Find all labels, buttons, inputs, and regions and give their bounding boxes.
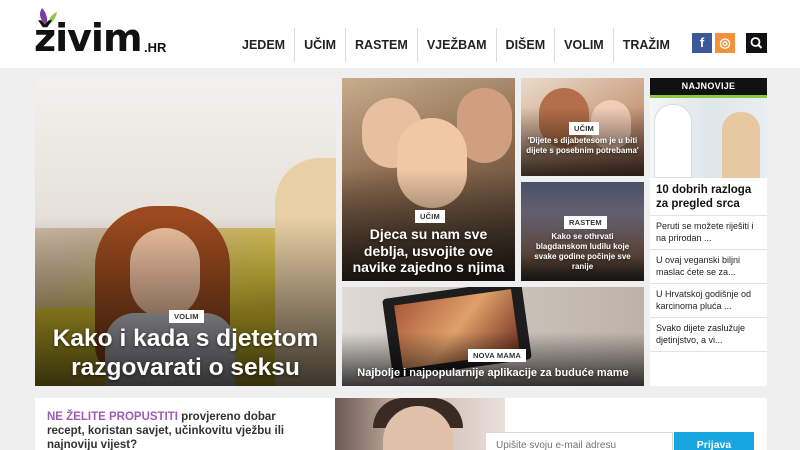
latest-item[interactable]: Svako dijete zaslužuje djetinjstvo, a vi… [650, 318, 767, 352]
article-title[interactable]: Kako i kada s djetetom razgovarati o sek… [43, 324, 328, 382]
newsletter-highlight: NE ŽELITE PROPUSTITI [47, 411, 178, 423]
article-title[interactable]: Najbolje i najpopularnije aplikacije za … [344, 366, 642, 380]
instagram-icon[interactable]: ◎ [715, 33, 735, 53]
nav-item-trazim[interactable]: TRAŽIM [612, 28, 679, 62]
latest-heading: NAJNOVIJE [650, 78, 767, 95]
article-title[interactable]: 'Dijete s dijabetesom je u biti dijete s… [525, 136, 640, 156]
nav-item-ucim[interactable]: UČIM [294, 28, 345, 62]
article-card-fifth[interactable]: NOVA MAMA Najbolje i najpopularnije apli… [342, 287, 644, 386]
article-tag[interactable]: NOVA MAMA [468, 349, 527, 362]
article-title[interactable]: Kako se othrvati blagdanskom ludilu koje… [525, 232, 640, 272]
article-card-second[interactable]: UČIM Djeca su nam sve debljа, usvojite o… [342, 78, 515, 281]
article-tag[interactable]: RASTEM [564, 216, 607, 229]
newsletter-text: NE ŽELITE PROPUSTITI provjereno dobar re… [47, 410, 292, 450]
article-title[interactable]: Djeca su nam sve debljа, usvojite ove na… [348, 226, 509, 276]
nav-item-jedem[interactable]: JEDEM [233, 28, 294, 62]
site-logo[interactable]: živim .HR [34, 6, 174, 60]
article-card-third[interactable]: UČIM 'Dijete s dijabetesom je u biti dij… [521, 78, 644, 176]
latest-item[interactable]: U Hrvatskoj godišnje od karcinoma pluća … [650, 284, 767, 318]
article-tag[interactable]: UČIM [569, 122, 599, 135]
latest-sidebar: NAJNOVIJE 10 dobrih razloga za pregled s… [650, 78, 767, 386]
nav-item-vjezbam[interactable]: VJEŽBAM [416, 28, 496, 62]
article-card-fourth[interactable]: RASTEM Kako se othrvati blagdanskom ludi… [521, 182, 644, 281]
newsletter-box: NE ŽELITE PROPUSTITI provjereno dobar re… [35, 398, 767, 450]
latest-item[interactable]: U ovaj veganski biljni maslac ćete se za… [650, 250, 767, 284]
logo-domain: .HR [144, 40, 167, 55]
site-header: živim .HR JEDEM UČIM RASTEM VJEŽBAM DIŠE… [0, 0, 800, 68]
main-nav: JEDEM UČIM RASTEM VJEŽBAM DIŠEM VOLIM TR… [233, 28, 679, 62]
search-icon [750, 37, 763, 49]
nav-item-rastem[interactable]: RASTEM [345, 28, 417, 62]
search-button[interactable] [746, 33, 767, 53]
facebook-icon[interactable]: f [692, 33, 712, 53]
nav-item-volim[interactable]: VOLIM [554, 28, 613, 62]
latest-featured-title[interactable]: 10 dobrih razloga za pregled srca [650, 178, 767, 216]
article-tag[interactable]: UČIM [415, 210, 445, 223]
logo-wordmark: živim [34, 16, 143, 60]
subscribe-button[interactable]: Prijava [674, 432, 754, 450]
nav-item-disem[interactable]: DIŠEM [495, 28, 555, 62]
newsletter-image [335, 398, 505, 450]
article-card-main[interactable]: VOLIM Kako i kada s djetetom razgovarati… [35, 78, 336, 386]
latest-item[interactable]: Peruti se možete riješiti i na prirodan … [650, 216, 767, 250]
article-tag[interactable]: VOLIM [169, 310, 204, 323]
latest-featured-image[interactable] [650, 98, 767, 178]
email-field[interactable] [485, 432, 673, 450]
